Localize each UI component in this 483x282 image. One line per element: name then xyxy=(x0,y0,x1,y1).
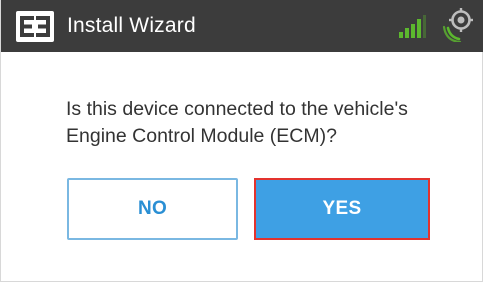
yes-button-label: YES xyxy=(322,198,362,219)
eroad-logo-icon xyxy=(16,11,54,42)
install-wizard-screen: Install Wizard Is this device connected … xyxy=(0,0,483,282)
ecm-question-text: Is this device connected to the vehicle'… xyxy=(66,98,408,147)
page-title: Install Wizard xyxy=(67,14,196,37)
no-button[interactable]: NO xyxy=(67,178,238,240)
cellular-signal-icon xyxy=(399,15,426,38)
title-bar: Install Wizard xyxy=(1,0,483,52)
no-button-label: NO xyxy=(137,198,168,219)
yes-button[interactable]: YES xyxy=(254,178,430,240)
gps-location-icon xyxy=(442,8,473,42)
